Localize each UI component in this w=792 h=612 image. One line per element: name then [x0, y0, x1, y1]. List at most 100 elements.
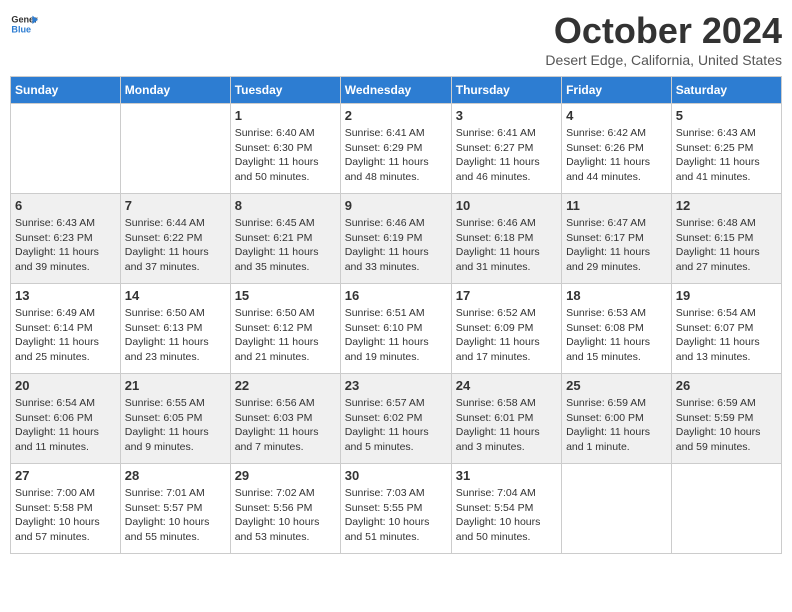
day-info: Sunrise: 6:41 AMSunset: 6:27 PMDaylight:… — [456, 126, 557, 185]
day-info: Sunrise: 6:56 AMSunset: 6:03 PMDaylight:… — [235, 396, 336, 455]
calendar-header-row: Sunday Monday Tuesday Wednesday Thursday… — [11, 77, 782, 104]
calendar-week-row: 27 Sunrise: 7:00 AMSunset: 5:58 PMDaylig… — [11, 464, 782, 554]
day-number: 22 — [235, 378, 336, 393]
day-info: Sunrise: 6:43 AMSunset: 6:25 PMDaylight:… — [676, 126, 777, 185]
day-number: 18 — [566, 288, 667, 303]
day-number: 24 — [456, 378, 557, 393]
title-block: October 2024 Desert Edge, California, Un… — [545, 10, 782, 68]
calendar-cell: 14 Sunrise: 6:50 AMSunset: 6:13 PMDaylig… — [120, 284, 230, 374]
day-number: 27 — [15, 468, 116, 483]
col-monday: Monday — [120, 77, 230, 104]
calendar-cell: 12 Sunrise: 6:48 AMSunset: 6:15 PMDaylig… — [671, 194, 781, 284]
day-info: Sunrise: 6:57 AMSunset: 6:02 PMDaylight:… — [345, 396, 447, 455]
calendar-cell: 6 Sunrise: 6:43 AMSunset: 6:23 PMDayligh… — [11, 194, 121, 284]
calendar-cell: 3 Sunrise: 6:41 AMSunset: 6:27 PMDayligh… — [451, 104, 561, 194]
calendar-cell: 23 Sunrise: 6:57 AMSunset: 6:02 PMDaylig… — [340, 374, 451, 464]
day-number: 12 — [676, 198, 777, 213]
day-info: Sunrise: 6:50 AMSunset: 6:12 PMDaylight:… — [235, 306, 336, 365]
day-info: Sunrise: 6:48 AMSunset: 6:15 PMDaylight:… — [676, 216, 777, 275]
day-info: Sunrise: 6:50 AMSunset: 6:13 PMDaylight:… — [125, 306, 226, 365]
day-info: Sunrise: 7:04 AMSunset: 5:54 PMDaylight:… — [456, 486, 557, 545]
day-info: Sunrise: 6:45 AMSunset: 6:21 PMDaylight:… — [235, 216, 336, 275]
day-number: 16 — [345, 288, 447, 303]
calendar-cell: 18 Sunrise: 6:53 AMSunset: 6:08 PMDaylig… — [562, 284, 672, 374]
calendar-cell: 29 Sunrise: 7:02 AMSunset: 5:56 PMDaylig… — [230, 464, 340, 554]
calendar-cell: 30 Sunrise: 7:03 AMSunset: 5:55 PMDaylig… — [340, 464, 451, 554]
day-info: Sunrise: 6:54 AMSunset: 6:07 PMDaylight:… — [676, 306, 777, 365]
calendar-cell — [562, 464, 672, 554]
day-number: 21 — [125, 378, 226, 393]
col-wednesday: Wednesday — [340, 77, 451, 104]
day-info: Sunrise: 6:47 AMSunset: 6:17 PMDaylight:… — [566, 216, 667, 275]
location: Desert Edge, California, United States — [545, 52, 782, 68]
day-info: Sunrise: 6:46 AMSunset: 6:18 PMDaylight:… — [456, 216, 557, 275]
day-info: Sunrise: 6:46 AMSunset: 6:19 PMDaylight:… — [345, 216, 447, 275]
day-info: Sunrise: 6:59 AMSunset: 5:59 PMDaylight:… — [676, 396, 777, 455]
day-info: Sunrise: 6:41 AMSunset: 6:29 PMDaylight:… — [345, 126, 447, 185]
calendar-cell: 22 Sunrise: 6:56 AMSunset: 6:03 PMDaylig… — [230, 374, 340, 464]
calendar-cell — [11, 104, 121, 194]
day-number: 26 — [676, 378, 777, 393]
day-number: 10 — [456, 198, 557, 213]
day-number: 8 — [235, 198, 336, 213]
logo: General Blue — [10, 10, 38, 38]
calendar-cell: 2 Sunrise: 6:41 AMSunset: 6:29 PMDayligh… — [340, 104, 451, 194]
calendar-table: Sunday Monday Tuesday Wednesday Thursday… — [10, 76, 782, 554]
day-info: Sunrise: 7:02 AMSunset: 5:56 PMDaylight:… — [235, 486, 336, 545]
calendar-cell: 31 Sunrise: 7:04 AMSunset: 5:54 PMDaylig… — [451, 464, 561, 554]
calendar-week-row: 13 Sunrise: 6:49 AMSunset: 6:14 PMDaylig… — [11, 284, 782, 374]
col-friday: Friday — [562, 77, 672, 104]
day-info: Sunrise: 6:59 AMSunset: 6:00 PMDaylight:… — [566, 396, 667, 455]
day-info: Sunrise: 6:58 AMSunset: 6:01 PMDaylight:… — [456, 396, 557, 455]
calendar-cell: 25 Sunrise: 6:59 AMSunset: 6:00 PMDaylig… — [562, 374, 672, 464]
calendar-cell: 9 Sunrise: 6:46 AMSunset: 6:19 PMDayligh… — [340, 194, 451, 284]
day-number: 13 — [15, 288, 116, 303]
day-number: 3 — [456, 108, 557, 123]
calendar-cell: 17 Sunrise: 6:52 AMSunset: 6:09 PMDaylig… — [451, 284, 561, 374]
calendar-cell — [120, 104, 230, 194]
calendar-cell: 19 Sunrise: 6:54 AMSunset: 6:07 PMDaylig… — [671, 284, 781, 374]
day-number: 9 — [345, 198, 447, 213]
day-info: Sunrise: 7:00 AMSunset: 5:58 PMDaylight:… — [15, 486, 116, 545]
calendar-cell: 28 Sunrise: 7:01 AMSunset: 5:57 PMDaylig… — [120, 464, 230, 554]
day-number: 25 — [566, 378, 667, 393]
day-number: 17 — [456, 288, 557, 303]
calendar-cell: 20 Sunrise: 6:54 AMSunset: 6:06 PMDaylig… — [11, 374, 121, 464]
day-number: 20 — [15, 378, 116, 393]
day-number: 31 — [456, 468, 557, 483]
day-number: 15 — [235, 288, 336, 303]
day-number: 23 — [345, 378, 447, 393]
day-info: Sunrise: 6:53 AMSunset: 6:08 PMDaylight:… — [566, 306, 667, 365]
day-number: 6 — [15, 198, 116, 213]
col-thursday: Thursday — [451, 77, 561, 104]
day-info: Sunrise: 6:55 AMSunset: 6:05 PMDaylight:… — [125, 396, 226, 455]
day-number: 19 — [676, 288, 777, 303]
calendar-cell: 16 Sunrise: 6:51 AMSunset: 6:10 PMDaylig… — [340, 284, 451, 374]
calendar-cell: 24 Sunrise: 6:58 AMSunset: 6:01 PMDaylig… — [451, 374, 561, 464]
day-number: 2 — [345, 108, 447, 123]
svg-text:Blue: Blue — [11, 24, 31, 34]
calendar-week-row: 6 Sunrise: 6:43 AMSunset: 6:23 PMDayligh… — [11, 194, 782, 284]
calendar-week-row: 1 Sunrise: 6:40 AMSunset: 6:30 PMDayligh… — [11, 104, 782, 194]
day-info: Sunrise: 7:01 AMSunset: 5:57 PMDaylight:… — [125, 486, 226, 545]
calendar-cell — [671, 464, 781, 554]
day-number: 28 — [125, 468, 226, 483]
day-info: Sunrise: 6:49 AMSunset: 6:14 PMDaylight:… — [15, 306, 116, 365]
day-number: 30 — [345, 468, 447, 483]
calendar-cell: 13 Sunrise: 6:49 AMSunset: 6:14 PMDaylig… — [11, 284, 121, 374]
day-info: Sunrise: 7:03 AMSunset: 5:55 PMDaylight:… — [345, 486, 447, 545]
calendar-cell: 11 Sunrise: 6:47 AMSunset: 6:17 PMDaylig… — [562, 194, 672, 284]
calendar-cell: 4 Sunrise: 6:42 AMSunset: 6:26 PMDayligh… — [562, 104, 672, 194]
calendar-cell: 8 Sunrise: 6:45 AMSunset: 6:21 PMDayligh… — [230, 194, 340, 284]
day-info: Sunrise: 6:51 AMSunset: 6:10 PMDaylight:… — [345, 306, 447, 365]
calendar-cell: 27 Sunrise: 7:00 AMSunset: 5:58 PMDaylig… — [11, 464, 121, 554]
logo-icon: General Blue — [10, 10, 38, 38]
calendar-cell: 1 Sunrise: 6:40 AMSunset: 6:30 PMDayligh… — [230, 104, 340, 194]
day-number: 7 — [125, 198, 226, 213]
calendar-cell: 15 Sunrise: 6:50 AMSunset: 6:12 PMDaylig… — [230, 284, 340, 374]
day-number: 1 — [235, 108, 336, 123]
day-number: 14 — [125, 288, 226, 303]
calendar-week-row: 20 Sunrise: 6:54 AMSunset: 6:06 PMDaylig… — [11, 374, 782, 464]
day-number: 29 — [235, 468, 336, 483]
day-info: Sunrise: 6:54 AMSunset: 6:06 PMDaylight:… — [15, 396, 116, 455]
